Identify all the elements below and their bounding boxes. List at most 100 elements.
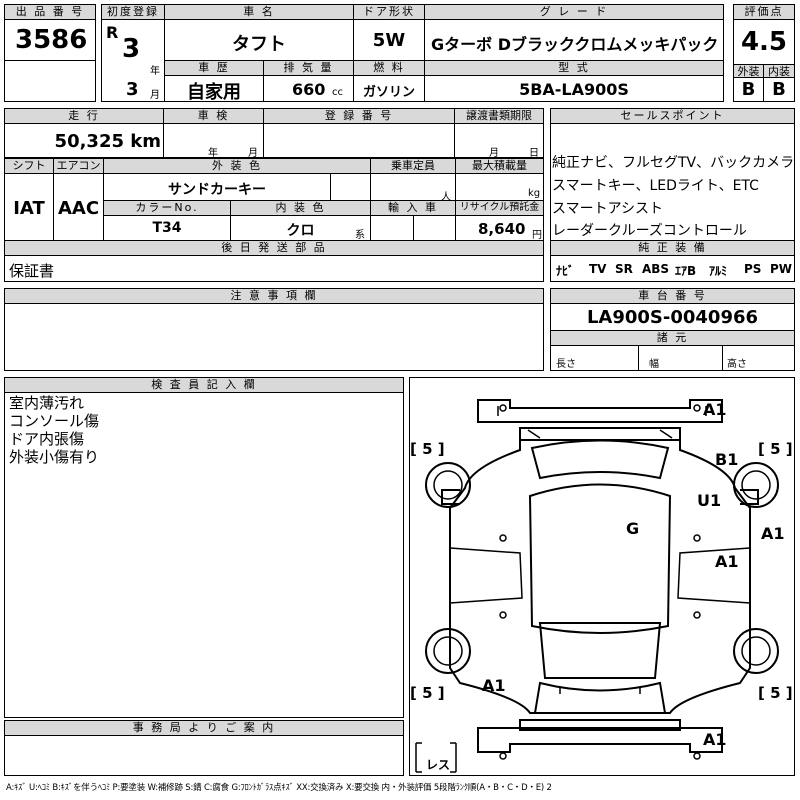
tire-rear-right-value: 5 — [770, 684, 781, 702]
ac-header: エアコン — [53, 158, 104, 174]
color-no-box: T34 — [103, 215, 231, 241]
interior-header: 内装 — [763, 64, 795, 78]
inspection-year-unit: 年 — [208, 148, 218, 158]
history-box: 自家用 — [164, 75, 264, 102]
door-type: 5W — [372, 30, 406, 51]
equip-tv: TV — [589, 262, 607, 276]
era: R — [106, 23, 119, 42]
chassis-header: 車 台 番 号 — [550, 288, 795, 304]
office-box — [4, 735, 404, 776]
damage-mark-right-side: A1 — [761, 524, 785, 543]
notes-box — [4, 303, 544, 371]
equipment-box: ﾅﾋﾞ TV SR ABS ｴｱB ｱﾙﾐ PS PW — [550, 255, 795, 282]
notes-header: 注 意 事 項 欄 — [4, 288, 544, 304]
wheel-front-right — [733, 462, 779, 508]
damage-mark-front-right: A1 — [703, 400, 727, 419]
inspector-note-3: ドア内張傷 — [9, 430, 85, 448]
tire-front-left-value: 5 — [422, 440, 433, 458]
legend: A:ｷｽﾞ U:ﾍｺﾐ B:ｷｽﾞを伴うﾍｺﾐ P:要塗装 W:補修跡 S:錆 … — [6, 783, 552, 793]
lot-number-box: 3586 — [4, 19, 96, 61]
history-header: 車 歴 — [164, 60, 264, 76]
fuel-header: 燃 料 — [353, 60, 425, 76]
ext-color: サンドカーキー — [168, 182, 266, 198]
load-header: 最大積載量 — [455, 158, 544, 174]
chassis-number: LA900S-0040966 — [586, 307, 759, 328]
tire-front-right: [ 5 ] — [758, 440, 793, 458]
model-header: 型 式 — [424, 60, 724, 76]
later-items-box: 保証書 — [4, 255, 544, 282]
damage-mark-rear-bumper: A1 — [703, 730, 727, 749]
int-color: クロ — [286, 223, 315, 239]
exterior-grade: B — [741, 79, 756, 100]
length-box: 長さ — [550, 345, 639, 371]
mileage-box: 50,325 km — [4, 123, 164, 158]
grade-box: Gターボ Dブラッククロムメッキパック — [424, 19, 724, 61]
interior-grade: B — [772, 79, 786, 100]
car-diagram — [415, 399, 779, 773]
lot-number-header: 出 品 番 号 — [4, 4, 96, 20]
displacement-box: 660 cc — [263, 75, 354, 102]
displacement: 660 — [292, 80, 326, 99]
office-header: 事 務 局 よ り ご 案 内 — [4, 720, 404, 736]
sales-point-1: 純正ナビ、フルセグTV、バックカメラ — [552, 155, 795, 171]
int-color-header: 内 装 色 — [230, 200, 371, 216]
recycle-box: 8,640 円 — [455, 215, 544, 241]
import-box-2 — [413, 215, 456, 241]
wheel-rear-left — [425, 628, 471, 674]
model-code: 5BA-LA900S — [519, 80, 629, 99]
capacity-box: 人 — [370, 173, 456, 201]
height-box: 高さ — [722, 345, 795, 371]
ext-color-extra-box — [330, 173, 371, 201]
sales-point-2: スマートキー、LEDライト、ETC — [552, 178, 759, 194]
int-color-unit: 系 — [355, 230, 365, 241]
interior-box: B — [763, 77, 795, 102]
first-reg-box: R 3 年 3 月 — [101, 19, 165, 102]
grade: Gターボ Dブラッククロムメッキパック — [431, 35, 719, 54]
month-unit: 月 — [150, 90, 160, 101]
exterior-header: 外装 — [733, 64, 764, 78]
lot-number: 3586 — [15, 25, 88, 55]
inspector-note-1: 室内薄汚れ — [9, 394, 85, 412]
later-items: 保証書 — [9, 262, 55, 280]
recycle-unit: 円 — [532, 230, 542, 241]
damage-mark-rear-left: A1 — [482, 676, 506, 695]
car-name-header: 車 名 — [164, 4, 354, 20]
capacity-header: 乗車定員 — [370, 158, 456, 174]
tire-front-right-value: 5 — [770, 440, 781, 458]
door-box: 5W — [353, 19, 425, 61]
transfer-header: 譲渡書類期限 — [454, 108, 544, 124]
first-reg-header: 初度登録 — [101, 4, 165, 20]
damage-mark-right-door: A1 — [715, 552, 739, 571]
mileage: 50,325 km — [54, 131, 161, 152]
equip-alloy: ｱﾙﾐ — [709, 264, 728, 278]
import-box-1 — [370, 215, 414, 241]
import-header: 輸 入 車 — [370, 200, 456, 216]
inspection-box: 年 月 — [163, 123, 264, 158]
year-unit: 年 — [150, 66, 160, 77]
reg-no-box — [263, 123, 455, 158]
spare-tire: レス — [426, 758, 451, 772]
transfer-box: 月 日 — [454, 123, 544, 158]
lot-blank-box — [4, 60, 96, 102]
tire-rear-left: [ 5 ] — [410, 684, 445, 702]
reg-year: 3 — [122, 34, 141, 64]
equip-sr: SR — [615, 262, 633, 276]
spec-header: 諸 元 — [550, 330, 795, 346]
sales-point-3: スマートアシスト — [552, 201, 664, 217]
shift: IAT — [13, 198, 45, 219]
damage-mark-u1: U1 — [697, 491, 722, 510]
shift-box: IAT — [4, 173, 54, 241]
load-box: kg — [455, 173, 544, 201]
mileage-header: 走 行 — [4, 108, 164, 124]
int-color-box: クロ 系 — [230, 215, 371, 241]
inspector-header: 検 査 員 記 入 欄 — [4, 377, 404, 393]
sales-header: セールスポイント — [550, 108, 795, 124]
fuel: ガソリン — [362, 85, 415, 100]
load-unit: kg — [528, 188, 541, 199]
score: 4.5 — [740, 27, 788, 57]
history: 自家用 — [187, 82, 241, 102]
shift-header: シフト — [4, 158, 54, 174]
wheel-rear-right — [733, 628, 779, 674]
car-diagram-box: A1 B1 U1 A1 G A1 A1 A1 [ 5 ] [ 5 ] [ 5 ]… — [409, 377, 795, 776]
tire-front-left: [ 5 ] — [410, 440, 445, 458]
